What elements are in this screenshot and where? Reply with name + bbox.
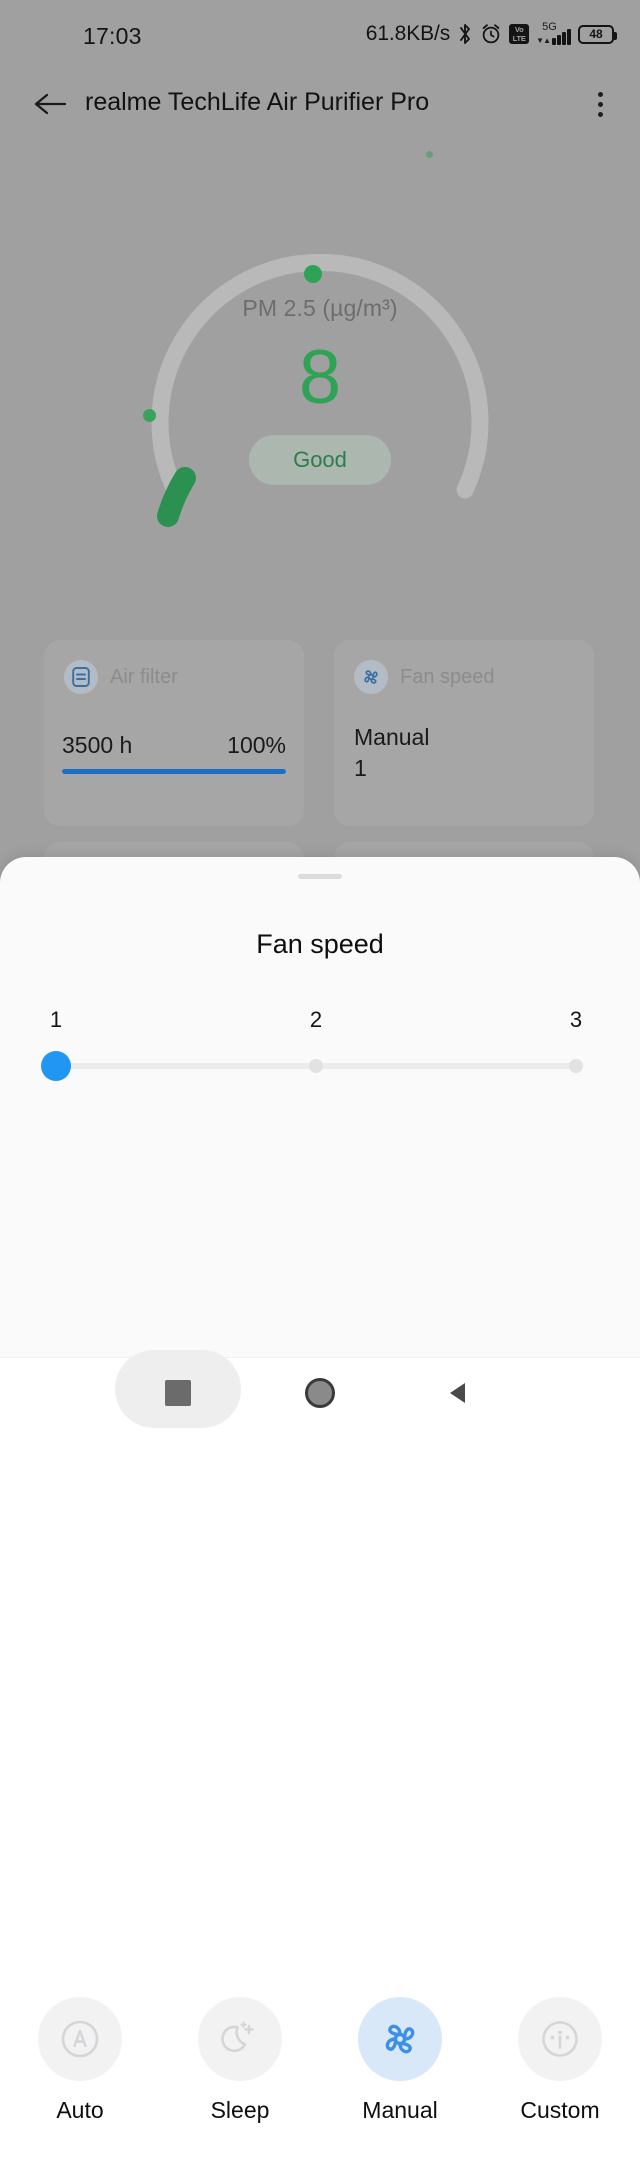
slider-tick-labels: 1 2 3 [50, 1007, 582, 1037]
volte-icon: Vo LTE [509, 24, 530, 44]
signal-bar-2 [557, 35, 561, 45]
fan-speed-slider-track[interactable] [41, 1051, 583, 1081]
recents-square-icon[interactable] [165, 1380, 191, 1406]
moon-sleep-icon [198, 1997, 282, 2081]
fan-mode-row: Auto Sleep Manual Custom [0, 1997, 640, 2157]
page-title: realme TechLife Air Purifier Pro [85, 88, 430, 116]
fan-mode-auto-label: Auto [56, 2097, 104, 2123]
home-circle-icon[interactable] [305, 1378, 335, 1408]
pm-value: 8 [298, 335, 342, 420]
fan-speed-card-mode: Manual [354, 724, 430, 750]
overflow-menu-icon-dot-1 [597, 91, 603, 97]
volte-line1: Vo [514, 25, 524, 34]
battery-level-text: 48 [589, 27, 603, 41]
fan-speed-card-header: Fan speed [334, 640, 594, 694]
air-filter-progress-track [62, 769, 286, 774]
fan-icon [358, 1997, 442, 2081]
fan-mode-sleep-label: Sleep [210, 2097, 270, 2123]
filter-document-icon [64, 660, 98, 694]
alarm-clock-icon [482, 24, 500, 44]
title-bar: realme TechLife Air Purifier Pro [0, 72, 640, 134]
bluetooth-icon [460, 24, 471, 44]
fan-mode-custom[interactable]: Custom [490, 1997, 630, 2124]
bottom-sheet-drag-handle[interactable] [298, 874, 342, 879]
fan-speed-bottom-sheet: Fan speed 1 2 3 Auto Sleep Manual Custom [0, 857, 640, 2123]
air-quality-badge: Good [249, 435, 391, 485]
signal-bar-1 [552, 38, 556, 45]
fan-speed-slider-thumb[interactable] [41, 1051, 71, 1081]
slider-tick-dot-2[interactable] [309, 1059, 323, 1073]
gauge-readout: PM 2.5 (µg/m³) 8 Good [95, 160, 545, 485]
air-filter-progress-fill [62, 769, 286, 774]
status-clock: 17:03 [83, 23, 142, 49]
air-filter-card-title: Air filter [110, 665, 178, 688]
overflow-menu-icon-dot-3 [597, 111, 603, 117]
back-button[interactable] [30, 84, 70, 124]
air-filter-card-header: Air filter [44, 640, 304, 694]
fan-speed-card-title: Fan speed [400, 665, 495, 688]
fan-mode-manual[interactable]: Manual [330, 1997, 470, 2124]
status-bar: 17:03 61.8KB/s Vo LTE 5G ▼▲ 48 [0, 0, 640, 62]
network-speed-text: 61.8KB/s [365, 22, 451, 45]
signal-strength-icon: 5G ▼▲ [536, 21, 571, 45]
signal-bar-3 [562, 32, 566, 45]
fan-mode-auto[interactable]: Auto [10, 1997, 150, 2124]
fan-mode-sleep[interactable]: Sleep [170, 1997, 310, 2124]
fan-mode-manual-label: Manual [362, 2097, 438, 2123]
back-arrow-icon [34, 93, 67, 115]
air-filter-percent: 100% [227, 732, 286, 758]
floating-particle-dot-small [426, 151, 433, 158]
slider-tick-label-1: 1 [49, 1007, 63, 1032]
overflow-menu-icon-dot-2 [597, 101, 603, 107]
fan-icon [354, 660, 388, 694]
bottom-sheet-title: Fan speed [256, 929, 384, 959]
air-quality-gauge: PM 2.5 (µg/m³) 8 Good [95, 151, 545, 560]
nav-back-triangle-icon[interactable] [443, 1378, 473, 1408]
fan-speed-card[interactable]: Fan speed Manual 1 [334, 640, 594, 826]
fan-speed-card-level: 1 [354, 755, 367, 781]
volte-line2: LTE [512, 34, 526, 43]
signal-bar-4 [567, 29, 571, 45]
air-filter-card[interactable]: Air filter 3500 h 100% [44, 640, 304, 826]
fan-mode-custom-label: Custom [520, 2097, 600, 2123]
slider-tick-label-2: 2 [309, 1007, 323, 1032]
fan-speed-slider-area: 1 2 3 [0, 1007, 640, 1117]
status-icons: 61.8KB/s Vo LTE 5G ▼▲ 48 [365, 21, 617, 46]
system-navigation-bar [0, 1350, 640, 1428]
gauge-custom-icon [518, 1997, 602, 2081]
data-arrows-icon: ▼▲ [536, 36, 551, 45]
slider-tick-dot-3[interactable] [569, 1059, 583, 1073]
battery-icon: 48 [578, 24, 617, 44]
pm-metric-label: PM 2.5 (µg/m³) [242, 295, 398, 321]
air-filter-hours: 3500 h [62, 732, 133, 758]
slider-tick-label-3: 3 [569, 1007, 583, 1032]
air-filter-stats: 3500 h 100% [44, 732, 304, 759]
overflow-menu-button[interactable] [580, 84, 620, 124]
auto-a-circle-icon [38, 1997, 122, 2081]
network-type-label: 5G [542, 21, 557, 33]
